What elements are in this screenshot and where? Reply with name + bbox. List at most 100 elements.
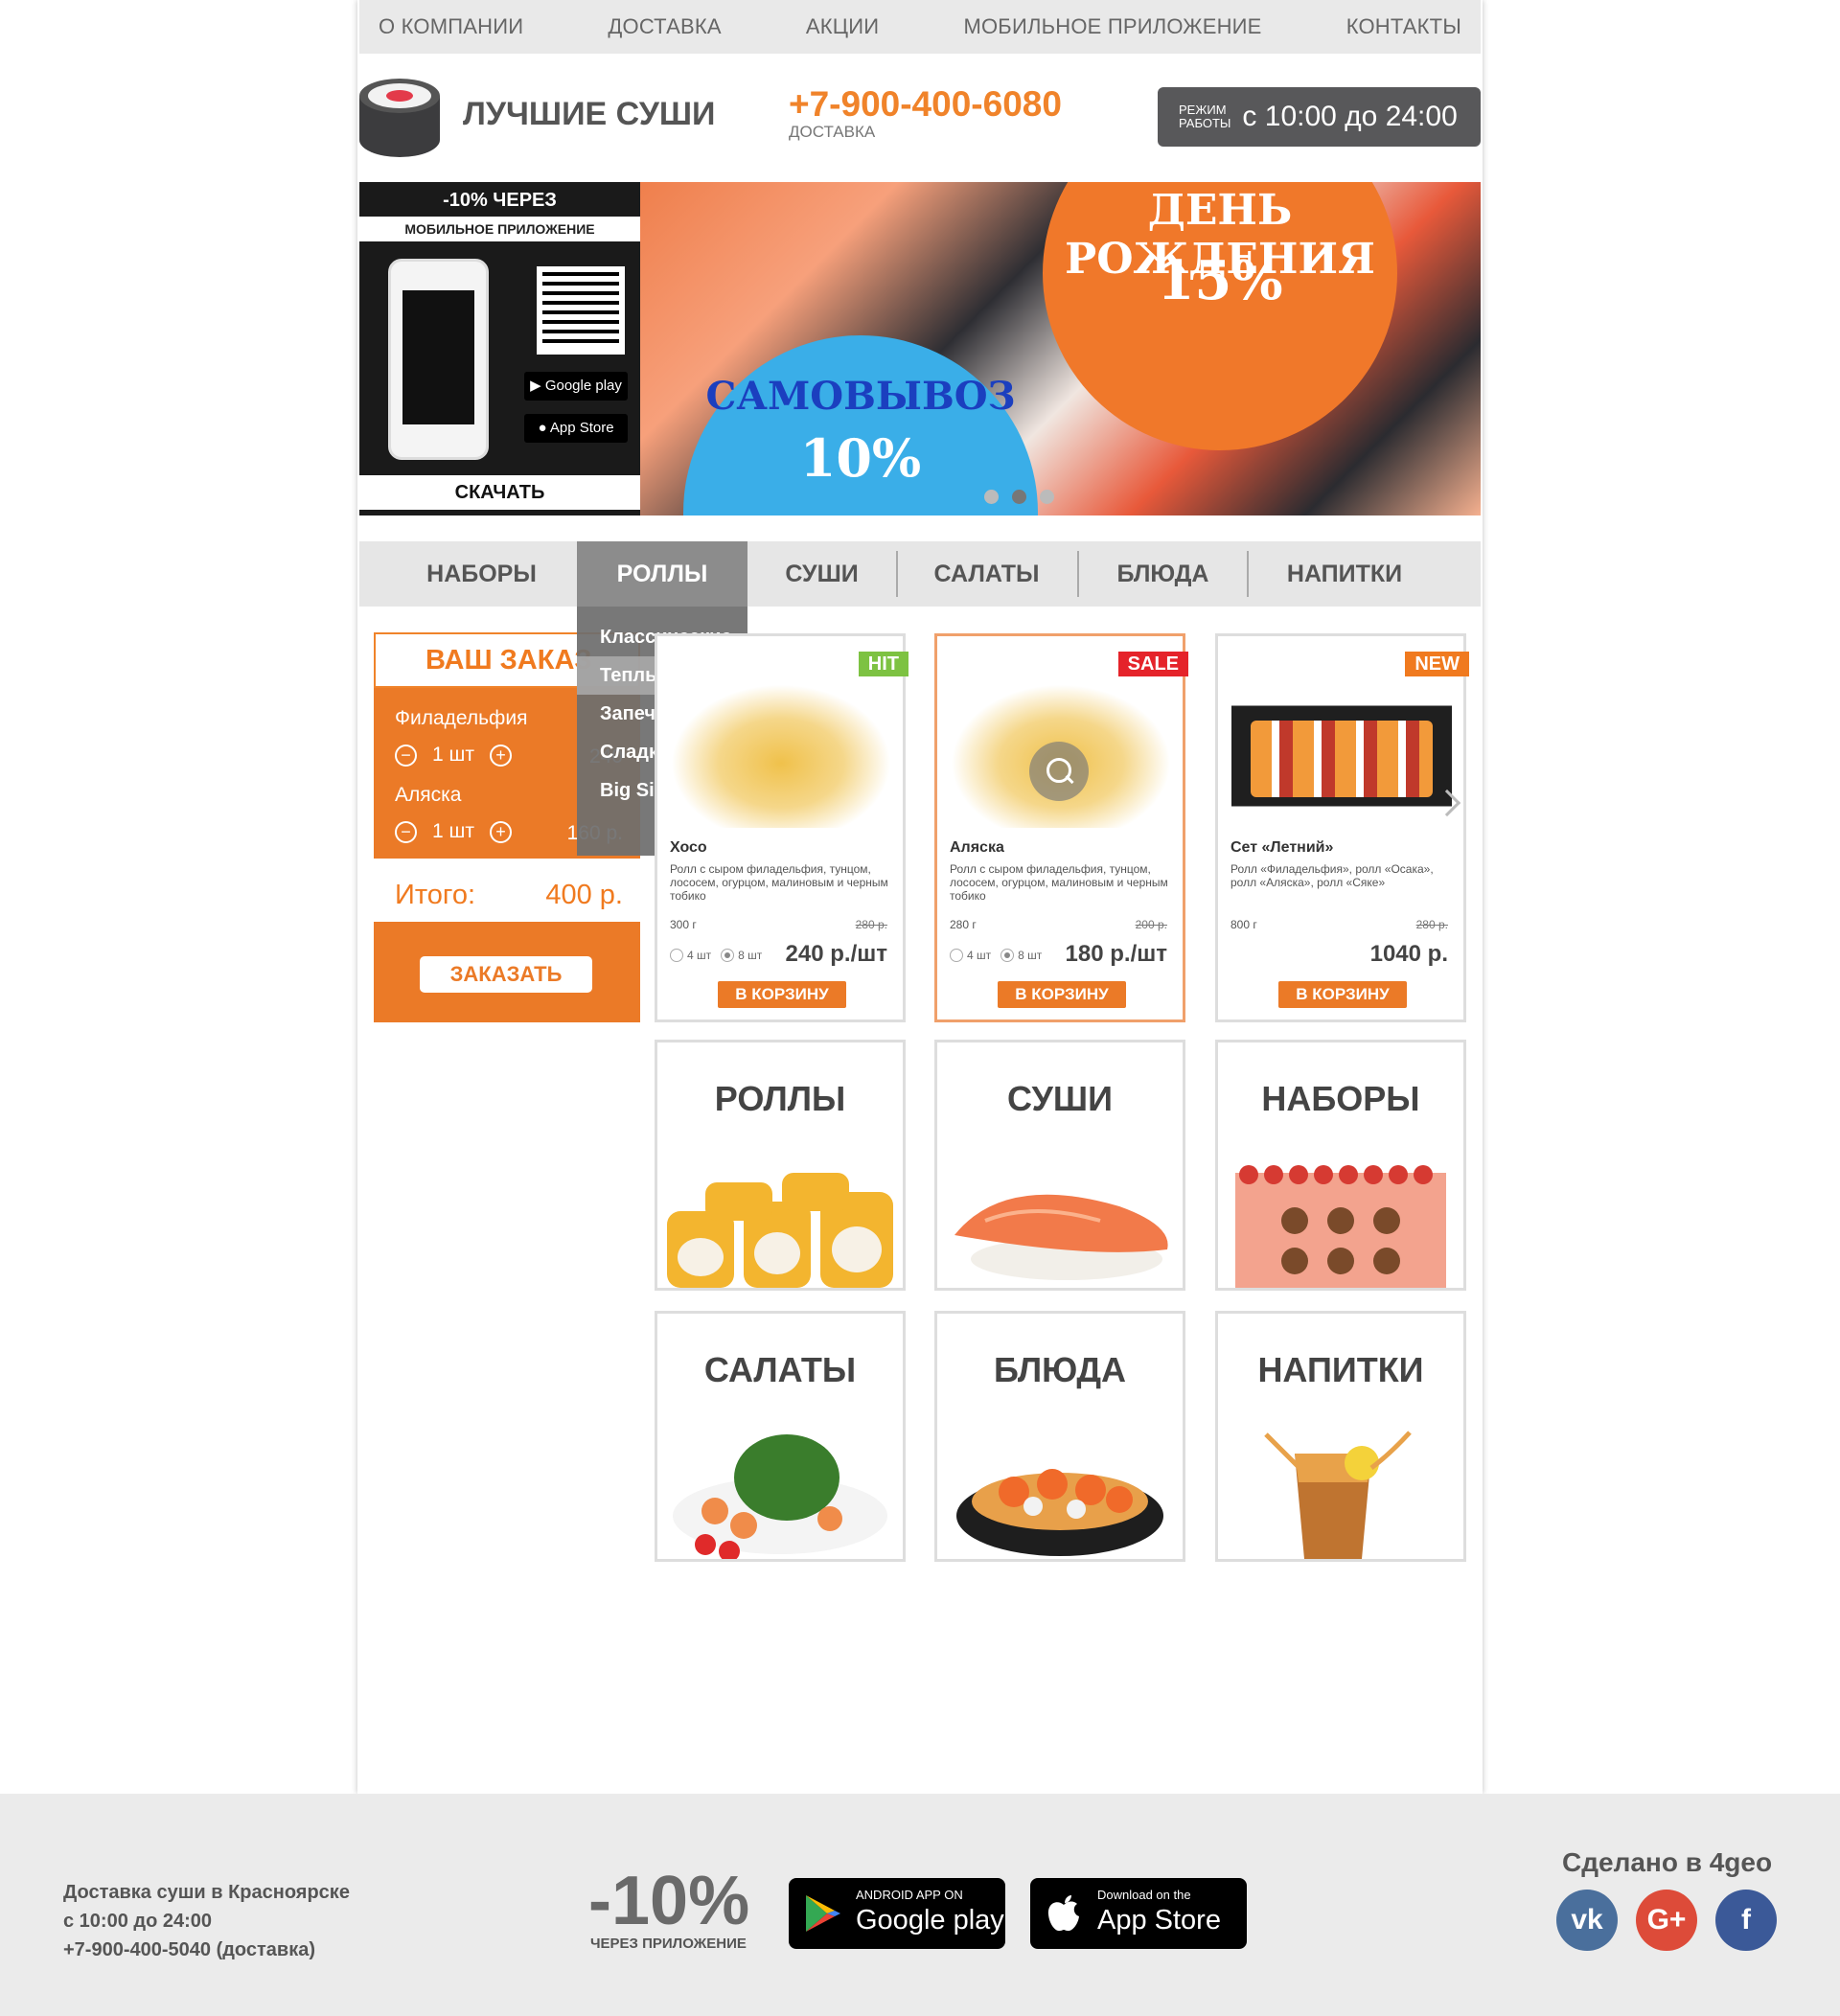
google-play-button[interactable]: ANDROID APP ON Google play [789, 1878, 1005, 1949]
add-to-cart-button[interactable]: В КОРЗИНУ [718, 981, 846, 1008]
nav-about[interactable]: О КОМПАНИИ [379, 14, 523, 39]
footer-info: Доставка суши в Красноярске с 10:00 до 2… [63, 1878, 350, 1964]
category-tile-title: БЛЮДА [993, 1350, 1127, 1389]
category-tile-title: САЛАТЫ [703, 1350, 857, 1389]
order-item-name: Филадельфия [395, 707, 528, 729]
app-store-badge[interactable]: ● App Store [524, 414, 628, 443]
made-by[interactable]: Сделано в 4geo [1562, 1847, 1772, 1878]
logo-icon[interactable] [357, 77, 442, 159]
app-promo-subtitle: МОБИЛЬНОЕ ПРИЛОЖЕНИЕ [359, 217, 640, 241]
portion-options: 4 шт 8 шт [670, 949, 762, 962]
slider-dot[interactable] [1040, 490, 1054, 504]
nav-contacts[interactable]: КОНТАКТЫ [1346, 14, 1461, 39]
tab-sets[interactable]: НАБОРЫ [398, 541, 565, 607]
footer-phone[interactable]: +7-900-400-5040 (доставка) [63, 1936, 350, 1964]
dishes-image [956, 1469, 1163, 1556]
radio-8pcs[interactable] [721, 949, 735, 962]
category-tile-title: РОЛЛЫ [714, 1079, 846, 1118]
app-promo-title: -10% ЧЕРЕЗ [443, 190, 557, 211]
order-total-label: Итого: [395, 880, 476, 910]
salads-image [673, 1434, 887, 1559]
sushi-image [954, 1194, 1168, 1280]
apple-icon [1047, 1895, 1079, 1932]
category-tile-sushi[interactable]: СУШИ [934, 1040, 1185, 1291]
app-store-button[interactable]: Download on the App Store [1030, 1878, 1247, 1949]
category-tile-drinks[interactable]: НАПИТКИ [1215, 1311, 1466, 1562]
minus-icon[interactable]: − [395, 820, 417, 843]
category-tile-salads[interactable]: САЛАТЫ [655, 1311, 906, 1562]
plus-icon[interactable]: + [489, 820, 512, 843]
category-tile-title: НАПИТКИ [1257, 1350, 1424, 1389]
category-tile-title: НАБОРЫ [1261, 1079, 1420, 1118]
page: О КОМПАНИИ ДОСТАВКА АКЦИИ МОБИЛЬНОЕ ПРИЛ… [0, 0, 1840, 2016]
drinks-image [1264, 1431, 1412, 1559]
product-weight: 800 г [1230, 918, 1257, 931]
tab-rolls[interactable]: РОЛЛЫ [577, 541, 748, 607]
product-description: Ролл «Филадельфия», ролл «Осака», ролл «… [1230, 862, 1434, 889]
radio-4pcs[interactable] [670, 949, 683, 962]
product-description: Ролл с сыром филадельфия, тунцом, лососе… [670, 862, 888, 903]
minus-icon[interactable]: − [395, 744, 417, 767]
phone-mockup [388, 259, 489, 460]
radio-8pcs[interactable] [1000, 949, 1015, 962]
pickup-title: САМОВЫВОЗ [705, 374, 1016, 419]
portion-options: 4 шт 8 шт [950, 949, 1042, 962]
category-tile-title: СУШИ [1007, 1079, 1113, 1118]
google-play-badge[interactable]: ▶ Google play [524, 372, 628, 401]
phone-caption: ДОСТАВКА [789, 123, 876, 141]
product-card[interactable]: NEW Сет «Летний» Ролл «Филадельфия», рол… [1215, 633, 1469, 1022]
radio-4pcs[interactable] [950, 949, 963, 962]
footer-discount-caption: ЧЕРЕЗ ПРИЛОЖЕНИЕ [590, 1936, 747, 1952]
product-weight: 300 г [670, 918, 697, 931]
google-play-icon [806, 1895, 840, 1932]
product-price: 180 р./шт [1065, 941, 1167, 967]
product-card[interactable]: SALE Аляска Ролл с сыром филадельфия, ту… [934, 633, 1188, 1022]
nav-mobile-app[interactable]: МОБИЛЬНОЕ ПРИЛОЖЕНИЕ [963, 14, 1261, 39]
top-nav: О КОМПАНИИ ДОСТАВКА АКЦИИ МОБИЛЬНОЕ ПРИЛ… [359, 0, 1481, 54]
brand-name[interactable]: ЛУЧШИЕ СУШИ [463, 96, 715, 133]
product-description: Ролл с сыром филадельфия, тунцом, лососе… [950, 862, 1168, 903]
footer: Доставка суши в Красноярске с 10:00 до 2… [0, 1794, 1840, 2016]
product-name[interactable]: Сет «Летний» [1230, 839, 1333, 857]
quantity-value: 1 шт [432, 820, 474, 842]
birthday-discount: 15% [1157, 249, 1283, 312]
app-promo-banner[interactable]: -10% ЧЕРЕЗ МОБИЛЬНОЕ ПРИЛОЖЕНИЕ ▶ Google… [359, 182, 640, 515]
product-name[interactable]: Аляска [950, 839, 1004, 857]
facebook-icon[interactable]: f [1715, 1890, 1777, 1951]
sets-image [1235, 1165, 1446, 1288]
category-tile-dishes[interactable]: БЛЮДА [934, 1311, 1185, 1562]
quantity-stepper: − 1 шт + [395, 744, 512, 767]
rolls-image [667, 1173, 893, 1288]
plus-icon[interactable]: + [489, 744, 512, 767]
slider-dot[interactable] [984, 490, 999, 504]
tab-salads[interactable]: САЛАТЫ [898, 541, 1075, 607]
category-tile-sets[interactable]: НАБОРЫ [1215, 1040, 1466, 1291]
working-hours: РЕЖИМ РАБОТЫ с 10:00 до 24:00 [1158, 87, 1481, 147]
phone-number[interactable]: +7-900-400-6080 [789, 84, 1062, 125]
checkout-button[interactable]: ЗАКАЗАТЬ [420, 956, 592, 993]
product-image[interactable] [671, 684, 891, 828]
add-to-cart-button[interactable]: В КОРЗИНУ [998, 981, 1126, 1008]
tab-dishes[interactable]: БЛЮДА [1079, 541, 1247, 607]
product-name[interactable]: Хосо [670, 839, 707, 857]
tab-sushi[interactable]: СУШИ [748, 541, 896, 607]
slider-dots [984, 490, 1054, 504]
zoom-icon[interactable] [1029, 742, 1089, 801]
google-plus-icon[interactable]: G+ [1636, 1890, 1697, 1951]
vk-icon[interactable]: vk [1556, 1890, 1618, 1951]
add-to-cart-button[interactable]: В КОРЗИНУ [1278, 981, 1407, 1008]
product-old-price: 280 р. [1415, 918, 1448, 931]
hit-badge: HIT [858, 652, 908, 676]
category-tile-rolls[interactable]: РОЛЛЫ [655, 1040, 906, 1291]
product-card[interactable]: HIT Хосо Ролл с сыром филадельфия, тунцо… [655, 633, 908, 1022]
nav-delivery[interactable]: ДОСТАВКА [608, 14, 721, 39]
product-image[interactable] [1231, 684, 1452, 828]
new-badge: NEW [1405, 652, 1469, 676]
download-button[interactable]: СКАЧАТЬ [359, 475, 640, 510]
nav-promotions[interactable]: АКЦИИ [806, 14, 879, 39]
order-total-value: 400 р. [545, 880, 623, 910]
tab-drinks[interactable]: НАПИТКИ [1249, 541, 1440, 607]
qr-code [537, 266, 625, 355]
promo-slider[interactable]: ДЕНЬ РОЖДЕНИЯ 15% САМОВЫВОЗ 10% [640, 182, 1481, 515]
slider-dot-active[interactable] [1012, 490, 1026, 504]
